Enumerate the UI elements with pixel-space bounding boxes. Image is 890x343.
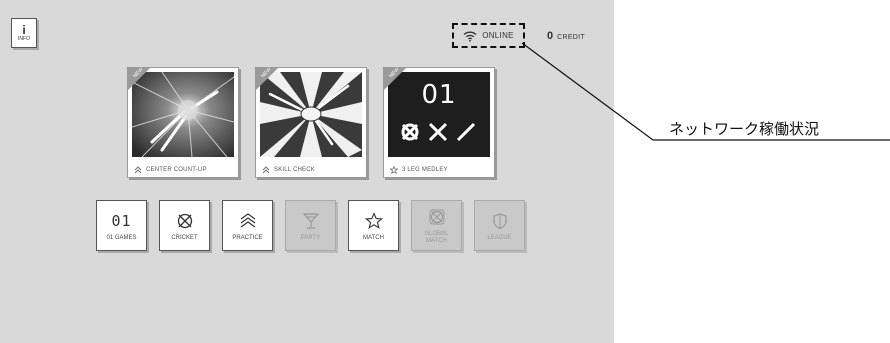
credit-display: 0 CREDIT bbox=[547, 30, 585, 42]
card-caption: 3 LEG MEDLEY bbox=[390, 166, 448, 174]
mode-label: CRICKET bbox=[171, 234, 198, 241]
online-status-text: ONLINE bbox=[482, 31, 514, 40]
card-title: SKILL CHECK bbox=[274, 167, 315, 173]
info-label: INFO bbox=[18, 36, 30, 42]
mode-label: GLOBAL MATCH bbox=[424, 231, 449, 244]
mode-label: 01 GAMES bbox=[106, 234, 137, 241]
mode-label: PARTY bbox=[300, 234, 321, 241]
practice-icon bbox=[240, 212, 255, 227]
network-status-callout: ネットワーク稼働状況 bbox=[669, 120, 820, 138]
card-center-count-up[interactable]: NEW CENTER COUNT-UP bbox=[127, 67, 239, 178]
mode-league-button[interactable]: LEAGUE bbox=[474, 200, 525, 251]
info-button[interactable]: i INFO bbox=[11, 18, 37, 48]
mode-party-button[interactable]: PARTY bbox=[285, 200, 336, 251]
mode-practice-button[interactable]: PRACTICE bbox=[222, 200, 273, 251]
cricket-icon bbox=[177, 213, 192, 228]
mode-label: PRACTICE bbox=[232, 234, 263, 241]
mode-label: LEAGUE bbox=[487, 234, 512, 241]
credit-count: 0 bbox=[547, 30, 554, 42]
card-3-leg-medley[interactable]: 01 NEW 3 LEG MEDLEY bbox=[383, 67, 495, 178]
card-title: CENTER COUNT-UP bbox=[146, 167, 207, 173]
mode-match-button[interactable]: MATCH bbox=[348, 200, 399, 251]
card-caption: SKILL CHECK bbox=[262, 166, 315, 174]
card-title: 3 LEG MEDLEY bbox=[402, 167, 448, 173]
global-match-icon bbox=[429, 209, 444, 225]
practice-icon bbox=[134, 166, 142, 174]
game-screen: i INFO ONLINE 0 CREDIT NEW CENTER COUNT-… bbox=[0, 0, 614, 343]
wifi-icon bbox=[463, 31, 477, 42]
star-icon bbox=[364, 211, 383, 229]
network-status: ONLINE bbox=[452, 23, 525, 48]
card-skill-check[interactable]: NEW SKILL CHECK bbox=[255, 67, 367, 178]
card-caption: CENTER COUNT-UP bbox=[134, 166, 207, 174]
practice-icon bbox=[262, 166, 270, 174]
star-icon bbox=[390, 166, 398, 174]
credit-label: CREDIT bbox=[557, 34, 585, 41]
shield-icon bbox=[492, 212, 507, 229]
mode-01-games-button[interactable]: 01 01 GAMES bbox=[96, 200, 147, 251]
mode-global-match-button[interactable]: GLOBAL MATCH bbox=[411, 200, 462, 251]
party-glass-icon bbox=[302, 212, 319, 229]
mode-label: MATCH bbox=[363, 234, 384, 241]
info-icon: i bbox=[22, 23, 26, 37]
01-games-icon: 01 bbox=[111, 211, 132, 230]
mode-cricket-button[interactable]: CRICKET bbox=[159, 200, 210, 251]
